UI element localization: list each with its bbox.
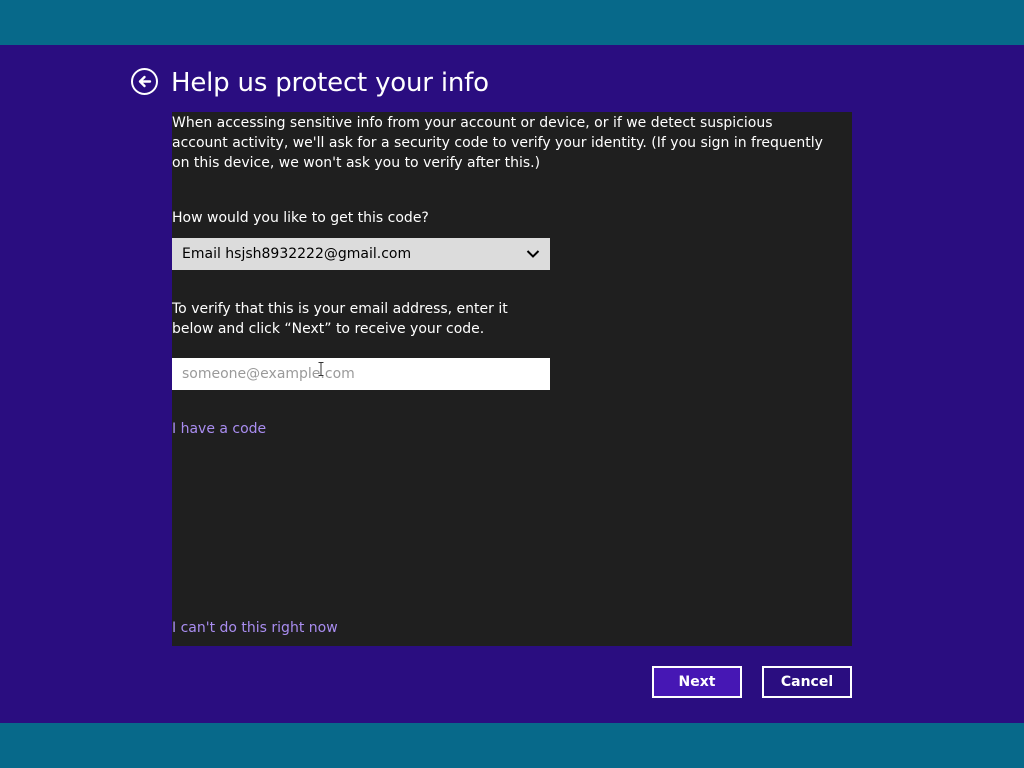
have-code-link[interactable]: I have a code [172,419,266,439]
cant-do-link[interactable]: I can't do this right now [172,618,338,638]
dropdown-selected-value: Email hsjsh8932222@gmail.com [182,246,412,262]
page-title: Help us protect your info [171,68,489,98]
main-area: Help us protect your info When accessing… [0,45,1024,723]
chevron-down-icon [526,250,540,258]
cancel-button[interactable]: Cancel [762,666,852,698]
top-band [0,0,1024,45]
code-method-question: How would you like to get this code? [172,210,429,226]
next-button[interactable]: Next [652,666,742,698]
code-method-dropdown[interactable]: Email hsjsh8932222@gmail.com [172,238,550,270]
back-button[interactable] [131,68,158,95]
text-cursor-icon [318,362,324,376]
bottom-band [0,723,1024,768]
verify-instructions: To verify that this is your email addres… [172,301,508,337]
intro-text: When accessing sensitive info from your … [172,115,823,171]
content-panel: When accessing sensitive info from your … [172,112,852,646]
email-input[interactable] [172,358,550,390]
back-arrow-icon [138,75,152,88]
